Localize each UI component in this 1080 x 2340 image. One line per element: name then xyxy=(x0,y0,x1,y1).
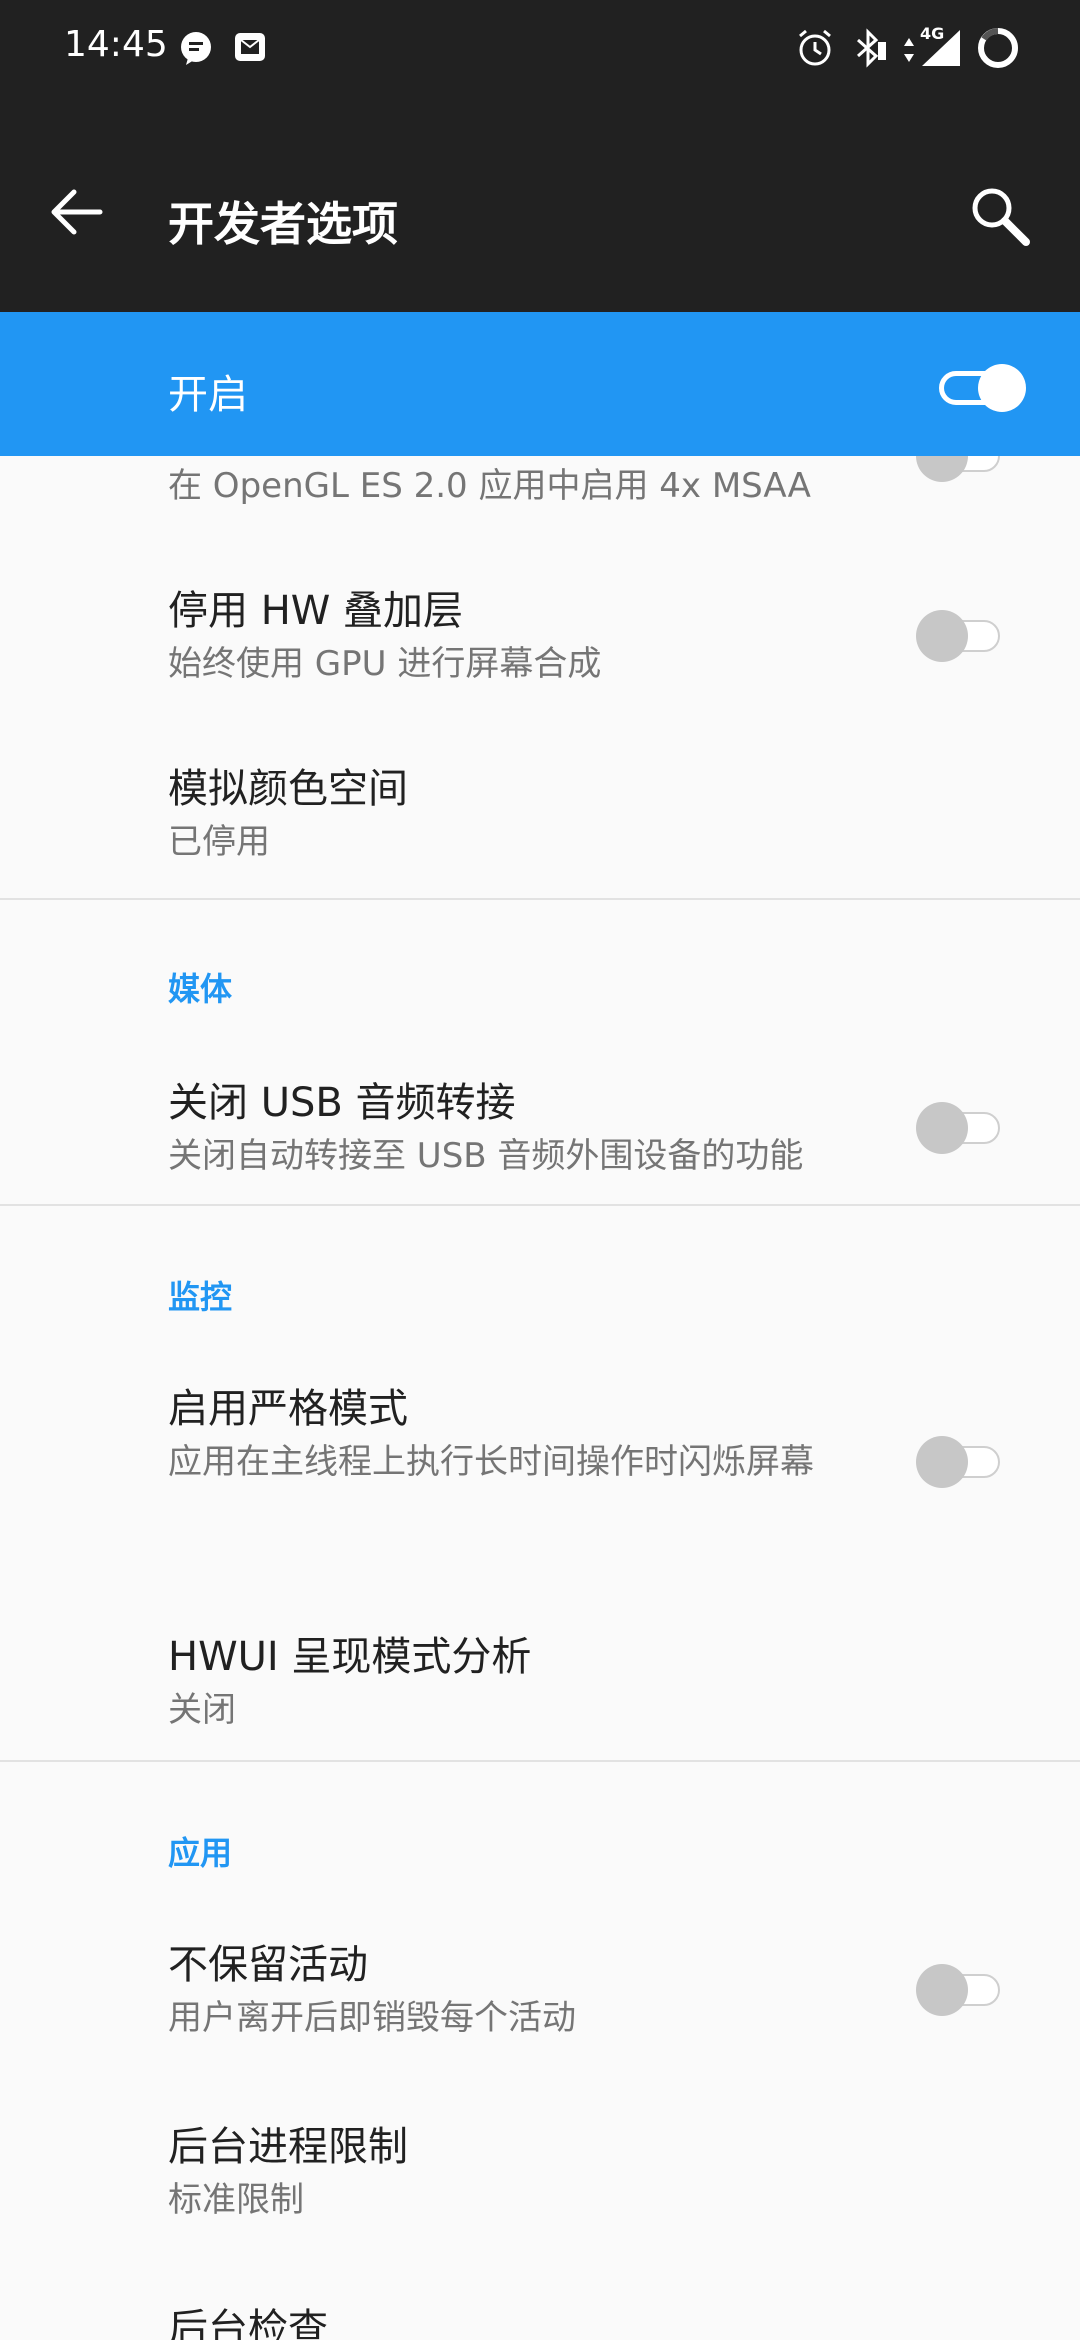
section-divider xyxy=(0,1760,1080,1762)
toggle-switch[interactable] xyxy=(916,1098,1006,1158)
app-toolbar: 开发者选项 xyxy=(0,100,1080,312)
setting-title: 模拟颜色空间 xyxy=(168,766,408,812)
setting-title: 后台进程限制 xyxy=(168,2124,408,2170)
setting-summary: 用户离开后即销毁每个活动 xyxy=(168,1998,576,2038)
setting-row-hwui-profiling[interactable]: HWUI 呈现模式分析 关闭 xyxy=(0,1622,1080,1772)
toggle-switch[interactable] xyxy=(916,456,1006,486)
section-divider xyxy=(0,898,1080,900)
setting-title: 后台检查 xyxy=(168,2306,328,2340)
toggle-switch[interactable] xyxy=(916,1432,1006,1492)
data-arrows-icon xyxy=(904,38,914,62)
alarm-icon xyxy=(799,29,831,66)
search-icon xyxy=(972,188,1030,246)
setting-row-simulate-color-space[interactable]: 模拟颜色空间 已停用 xyxy=(0,754,1080,904)
setting-title: 停用 HW 叠加层 xyxy=(168,588,464,634)
setting-summary: 关闭自动转接至 USB 音频外围设备的功能 xyxy=(168,1136,804,1176)
setting-row-disable-usb-audio-routing[interactable]: 关闭 USB 音频转接 关闭自动转接至 USB 音频外围设备的功能 xyxy=(0,1068,1080,1218)
setting-title: 关闭 USB 音频转接 xyxy=(168,1080,516,1126)
toggle-switch[interactable] xyxy=(916,606,1006,666)
mail-icon xyxy=(235,33,265,61)
section-header-apps: 应用 xyxy=(168,1834,233,1872)
setting-summary: 应用在主线程上执行长时间操作时闪烁屏幕 xyxy=(168,1442,814,1482)
status-time: 14:45 xyxy=(64,24,168,65)
setting-row-msaa[interactable]: 在 OpenGL ES 2.0 应用中启用 4x MSAA xyxy=(0,456,1080,556)
setting-title: 不保留活动 xyxy=(168,1942,368,1988)
setting-summary: 在 OpenGL ES 2.0 应用中启用 4x MSAA xyxy=(168,466,811,506)
arrow-left-icon xyxy=(51,189,103,235)
setting-row-background-process-limit[interactable]: 后台进程限制 标准限制 xyxy=(0,2112,1080,2262)
back-button[interactable] xyxy=(44,182,114,242)
section-header-monitoring: 监控 xyxy=(168,1278,233,1316)
battery-ring-icon xyxy=(978,28,1018,68)
setting-row-background-check[interactable]: 后台检查 xyxy=(0,2294,1080,2340)
setting-summary: 已停用 xyxy=(168,822,270,862)
search-button[interactable] xyxy=(966,182,1036,252)
message-bubble-icon xyxy=(181,32,211,65)
section-header-media: 媒体 xyxy=(168,970,233,1008)
toggle-switch[interactable] xyxy=(916,1960,1006,2020)
setting-row-dont-keep-activities[interactable]: 不保留活动 用户离开后即销毁每个活动 xyxy=(0,1930,1080,2080)
page-title: 开发者选项 xyxy=(168,197,398,251)
master-switch-bar[interactable]: 开启 xyxy=(0,312,1080,456)
master-toggle-switch[interactable] xyxy=(936,360,1030,416)
setting-summary: 关闭 xyxy=(168,1690,236,1730)
setting-summary: 始终使用 GPU 进行屏幕合成 xyxy=(168,644,602,684)
setting-row-disable-hw-overlays[interactable]: 停用 HW 叠加层 始终使用 GPU 进行屏幕合成 xyxy=(0,576,1080,726)
setting-title: HWUI 呈现模式分析 xyxy=(168,1634,532,1680)
master-switch-label: 开启 xyxy=(168,372,248,418)
settings-list: 在 OpenGL ES 2.0 应用中启用 4x MSAA 停用 HW 叠加层 … xyxy=(0,456,1080,2340)
section-divider xyxy=(0,1204,1080,1206)
setting-title: 启用严格模式 xyxy=(168,1386,408,1432)
status-bar: 14:45 4G xyxy=(0,0,1080,100)
setting-summary: 标准限制 xyxy=(168,2180,304,2220)
signal-4g-icon xyxy=(922,30,960,66)
bluetooth-icon xyxy=(857,28,886,68)
setting-row-strict-mode[interactable]: 启用严格模式 应用在主线程上执行长时间操作时闪烁屏幕 xyxy=(0,1374,1080,1574)
